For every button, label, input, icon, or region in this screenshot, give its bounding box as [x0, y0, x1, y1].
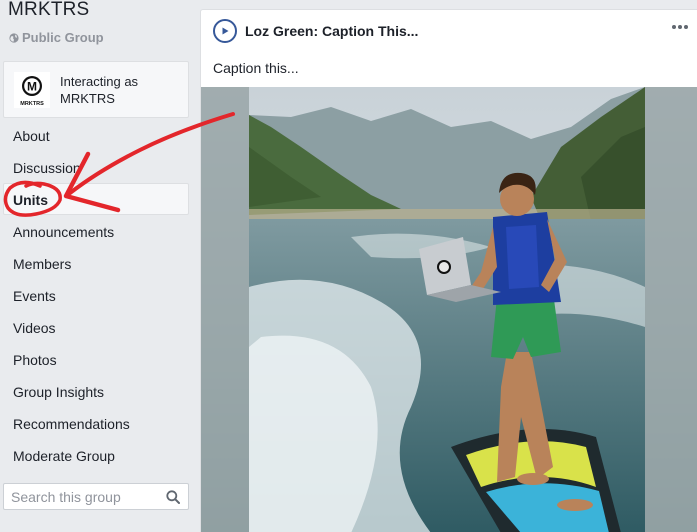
- post-header: Loz Green: Caption This...: [201, 10, 697, 52]
- privacy-text: Public Group: [22, 30, 104, 45]
- more-dots-icon[interactable]: [671, 24, 689, 30]
- svg-text:MRKTRS: MRKTRS: [20, 101, 44, 107]
- interacting-page-name: MRKTRS: [60, 90, 115, 106]
- video-thumbnail[interactable]: [201, 87, 697, 532]
- group-nav: About Discussion Units Announcements Mem…: [3, 119, 189, 471]
- sidebar-item-members[interactable]: Members: [3, 247, 189, 279]
- group-search[interactable]: [3, 483, 189, 510]
- sidebar-item-videos[interactable]: Videos: [3, 311, 189, 343]
- play-icon[interactable]: [213, 19, 237, 43]
- svg-text:M: M: [27, 79, 37, 93]
- sidebar-item-announcements[interactable]: Announcements: [3, 215, 189, 247]
- avatar: M MRKTRS: [14, 71, 50, 108]
- sidebar-item-discussion[interactable]: Discussion: [3, 151, 189, 183]
- search-icon[interactable]: [166, 490, 180, 504]
- sidebar-item-about[interactable]: About: [3, 119, 189, 151]
- video-frame: [249, 87, 645, 532]
- sidebar-item-units[interactable]: Units: [3, 183, 189, 215]
- interacting-as-text: Interacting as MRKTRS: [60, 73, 138, 107]
- sidebar-item-group-insights[interactable]: Group Insights: [3, 375, 189, 407]
- group-sidebar: MRKTRS Public Group M MRKTRS Interacting…: [0, 0, 196, 532]
- sidebar-item-recommendations[interactable]: Recommendations: [3, 407, 189, 439]
- sidebar-item-photos[interactable]: Photos: [3, 343, 189, 375]
- group-privacy-label: Public Group: [9, 30, 104, 45]
- interacting-label: Interacting as: [60, 73, 139, 89]
- sidebar-item-moderate-group[interactable]: Moderate Group: [3, 439, 189, 471]
- group-name[interactable]: MRKTRS: [8, 0, 89, 21]
- globe-icon: [9, 32, 19, 43]
- post-card: Loz Green: Caption This... Caption this.…: [200, 9, 697, 532]
- post-text: Caption this...: [213, 60, 299, 76]
- interacting-as-box[interactable]: M MRKTRS Interacting as MRKTRS: [3, 61, 189, 118]
- search-input[interactable]: [4, 484, 154, 509]
- sidebar-item-events[interactable]: Events: [3, 279, 189, 311]
- post-title[interactable]: Loz Green: Caption This...: [245, 23, 418, 39]
